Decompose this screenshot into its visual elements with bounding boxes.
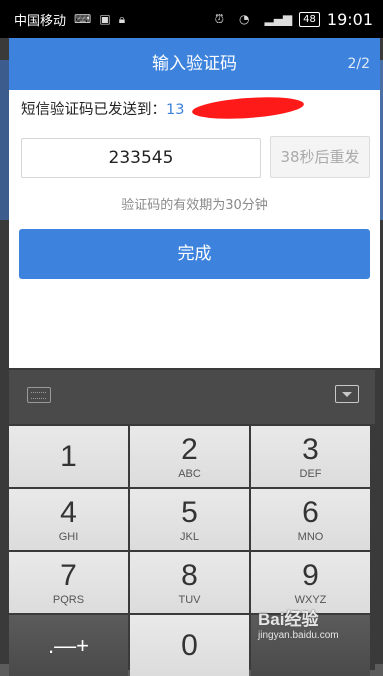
verification-dialog: 输入验证码 2/2 短信验证码已发送到：13 38秒后重发 验证码的有效期为30… <box>9 38 380 368</box>
clock: 19:01 <box>326 9 373 29</box>
key-letters: WXYZ <box>294 593 327 606</box>
wifi-icon: ◔ <box>238 12 250 26</box>
key-digit: 7 <box>60 558 77 592</box>
dialog-header: 输入验证码 2/2 <box>9 38 380 90</box>
key-digit: 0 <box>181 628 198 662</box>
key-digit: 6 <box>302 495 319 529</box>
key-6[interactable]: 6 MNO <box>251 489 370 550</box>
done-button[interactable]: 完成 <box>19 229 370 279</box>
redaction-mark <box>191 94 305 122</box>
key-letters: TUV <box>178 593 201 606</box>
validity-note: 验证码的有效期为30分钟 <box>121 198 268 213</box>
key-digit: 2 <box>181 432 198 466</box>
sent-message: 短信验证码已发送到：13 <box>21 98 184 119</box>
key-8[interactable]: 8 TUV <box>130 552 249 613</box>
key-letters: PQRS <box>52 593 85 606</box>
baidu-jingyan-watermark: Bai经验 jingyan.baidu.com <box>258 605 339 641</box>
verification-code-input[interactable] <box>21 138 261 178</box>
key-1[interactable]: 1 <box>9 426 128 487</box>
key-2[interactable]: 2 ABC <box>130 426 249 487</box>
keyboard-icon: ⌨ <box>74 12 92 26</box>
alarm-icon: ⏰︎ <box>214 11 224 26</box>
dialog-title: 输入验证码 <box>152 54 237 74</box>
key-letters: JKL <box>180 530 199 543</box>
key-digit: 3 <box>302 432 319 466</box>
key-symbols[interactable]: .—+ <box>9 615 128 676</box>
watermark-url: jingyan.baidu.com <box>258 630 339 641</box>
key-7[interactable]: 7 PQRS <box>9 552 128 613</box>
sent-phone-number: 13 <box>166 102 185 118</box>
key-letters: MNO <box>297 530 324 543</box>
status-bar: 中国移动 ⌨ ▣ 🔒︎ ⏰︎ ◔ ▂▄▆ 48 19:01 <box>0 0 383 38</box>
key-letters: GHI <box>58 530 79 543</box>
key-0[interactable]: 0 <box>130 615 249 676</box>
key-9[interactable]: 9 WXYZ <box>251 552 370 613</box>
signal-icon: ▂▄▆ <box>264 12 293 26</box>
keyboard-toolbar <box>9 370 375 424</box>
watermark-logo: Bai经验 <box>258 610 319 629</box>
hide-keyboard-icon[interactable] <box>335 385 359 403</box>
battery-icon: 48 <box>299 11 320 27</box>
key-3[interactable]: 3 DEF <box>251 426 370 487</box>
keyboard-switch-icon[interactable] <box>27 387 51 403</box>
lock-icon: 🔒︎ <box>118 11 126 26</box>
key-symbols-label: .—+ <box>48 632 89 658</box>
resend-button[interactable]: 38秒后重发 <box>270 136 370 178</box>
key-4[interactable]: 4 GHI <box>9 489 128 550</box>
key-digit: 9 <box>302 558 319 592</box>
key-digit: 1 <box>60 439 77 473</box>
key-digit: 4 <box>60 495 77 529</box>
image-icon: ▣ <box>99 12 111 26</box>
carrier-name: 中国移动 <box>14 13 67 29</box>
key-letters: DEF <box>299 467 322 480</box>
key-digit: 5 <box>181 495 198 529</box>
step-indicator: 2/2 <box>347 56 370 72</box>
key-digit: 8 <box>181 558 198 592</box>
sent-label: 短信验证码已发送到： <box>21 102 166 118</box>
key-5[interactable]: 5 JKL <box>130 489 249 550</box>
key-letters: ABC <box>178 467 201 480</box>
